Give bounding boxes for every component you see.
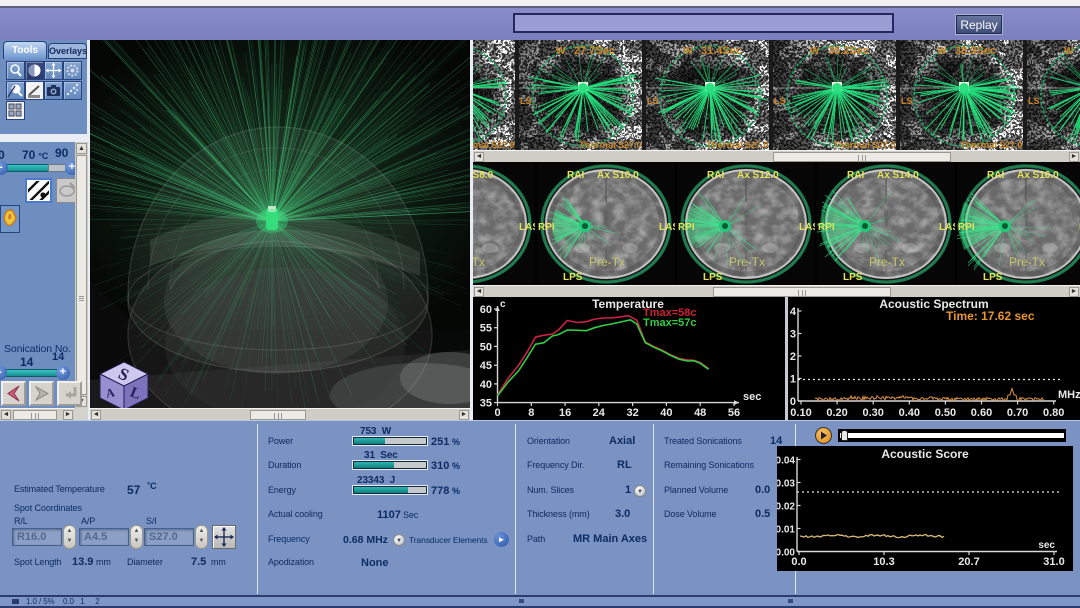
svg-text:31.0: 31.0 xyxy=(1043,556,1064,568)
svg-text:45: 45 xyxy=(480,360,492,372)
svg-text:RPI: RPI xyxy=(958,222,975,233)
svg-text:55: 55 xyxy=(480,323,492,335)
svg-text:W: W xyxy=(683,46,693,57)
svg-text:S27.0: S27.0 xyxy=(999,140,1023,150)
svg-text:0.10: 0.10 xyxy=(790,407,811,419)
svg-text:LS: LS xyxy=(520,96,532,106)
svg-text:c: c xyxy=(500,299,506,310)
svg-text:Pre-Tx: Pre-Tx xyxy=(729,255,765,269)
svg-text:16: 16 xyxy=(559,407,571,419)
svg-text:LAS: LAS xyxy=(939,222,955,233)
svg-text:35: 35 xyxy=(480,398,492,410)
svg-text:W: W xyxy=(810,46,820,57)
svg-text:Thermal: Thermal xyxy=(833,140,870,150)
svg-text:0.30: 0.30 xyxy=(862,407,883,419)
svg-text:Ax S12.0: Ax S12.0 xyxy=(737,170,779,181)
svg-text:Pre-Tx: Pre-Tx xyxy=(869,255,905,269)
svg-text:56: 56 xyxy=(728,407,740,419)
svg-text:LS: LS xyxy=(647,96,659,106)
svg-text:Thermal: Thermal xyxy=(473,140,489,150)
svg-text:40: 40 xyxy=(480,379,492,391)
svg-text:Ax S10.0: Ax S10.0 xyxy=(597,170,639,181)
svg-text:RAI: RAI xyxy=(707,170,724,181)
svg-text:RPI: RPI xyxy=(818,222,835,233)
svg-text:48: 48 xyxy=(694,407,706,419)
svg-text:LPS: LPS xyxy=(563,272,583,283)
svg-text:RAI: RAI xyxy=(847,170,864,181)
svg-text:Time: 17.62 sec: Time: 17.62 sec xyxy=(946,309,1035,323)
svg-text:S27.0: S27.0 xyxy=(491,140,515,150)
svg-text:Acoustic Score: Acoustic Score xyxy=(881,447,969,461)
svg-text:RPI: RPI xyxy=(538,222,555,233)
svg-text:0.70: 0.70 xyxy=(1007,407,1028,419)
svg-text:W: W xyxy=(937,46,947,57)
svg-text:LAS: LAS xyxy=(519,222,535,233)
svg-text:40: 40 xyxy=(660,407,672,419)
svg-text:20.7: 20.7 xyxy=(958,556,979,568)
svg-text:1: 1 xyxy=(790,374,796,386)
svg-text:RAI: RAI xyxy=(987,170,1004,181)
svg-text:0.04: 0.04 xyxy=(777,456,795,467)
svg-text:Tmax=57c: Tmax=57c xyxy=(643,317,697,329)
svg-text:LS: LS xyxy=(901,96,913,106)
svg-text:8: 8 xyxy=(528,407,534,419)
svg-text:32: 32 xyxy=(626,407,638,419)
svg-text:0.40: 0.40 xyxy=(899,407,920,419)
svg-text:35.2Sec: 35.2Sec xyxy=(828,45,869,57)
svg-text:27.7Sec: 27.7Sec xyxy=(574,45,615,57)
svg-text:LS: LS xyxy=(774,96,786,106)
svg-text:Pre-Tx: Pre-Tx xyxy=(589,255,625,269)
svg-text:Thermal: Thermal xyxy=(960,140,997,150)
svg-text:0.01: 0.01 xyxy=(777,525,795,536)
svg-text:3: 3 xyxy=(790,329,796,341)
svg-text:RPI: RPI xyxy=(678,222,695,233)
svg-text:sec: sec xyxy=(743,391,761,403)
svg-text:S27.0: S27.0 xyxy=(618,140,642,150)
svg-text:Ax S16.0: Ax S16.0 xyxy=(1017,170,1059,181)
svg-text:Ax S8.0: Ax S8.0 xyxy=(473,170,494,181)
svg-text:LS: LS xyxy=(1028,96,1040,106)
svg-text:38.9Sec: 38.9Sec xyxy=(955,45,996,57)
svg-text:4: 4 xyxy=(790,306,797,318)
svg-text:S27.0: S27.0 xyxy=(745,140,769,150)
svg-text:S27.0: S27.0 xyxy=(872,140,896,150)
svg-text:LAS: LAS xyxy=(659,222,675,233)
svg-text:2: 2 xyxy=(790,351,796,363)
svg-text:0.80: 0.80 xyxy=(1043,407,1064,419)
svg-text:sec: sec xyxy=(1038,540,1055,551)
svg-text:0.60: 0.60 xyxy=(971,407,992,419)
svg-text:LPS: LPS xyxy=(843,272,863,283)
svg-text:Pre-Tx: Pre-Tx xyxy=(473,255,485,269)
svg-text:RAI: RAI xyxy=(567,170,584,181)
svg-text:0: 0 xyxy=(494,407,500,419)
svg-text:W: W xyxy=(556,46,566,57)
svg-text:Thermal: Thermal xyxy=(579,140,616,150)
svg-text:LPS: LPS xyxy=(983,272,1003,283)
svg-text:0.20: 0.20 xyxy=(826,407,847,419)
svg-text:0.02: 0.02 xyxy=(777,502,795,513)
svg-text:60: 60 xyxy=(480,304,492,316)
svg-text:10.3: 10.3 xyxy=(873,556,894,568)
svg-text:0.03: 0.03 xyxy=(777,479,795,490)
svg-text:0.50: 0.50 xyxy=(935,407,956,419)
svg-text:LPS: LPS xyxy=(703,272,723,283)
svg-text:LAS: LAS xyxy=(799,222,815,233)
svg-text:Ax S14.0: Ax S14.0 xyxy=(877,170,919,181)
svg-text:50: 50 xyxy=(480,341,492,353)
svg-text:W: W xyxy=(1064,46,1074,57)
svg-text:24: 24 xyxy=(593,407,606,419)
svg-text:MHz: MHz xyxy=(1058,389,1080,401)
svg-text:31.4Sec: 31.4Sec xyxy=(701,45,742,57)
svg-text:Thermal: Thermal xyxy=(706,140,743,150)
svg-text:0.0: 0.0 xyxy=(791,556,806,568)
svg-text:Pre-Tx: Pre-Tx xyxy=(1009,255,1045,269)
